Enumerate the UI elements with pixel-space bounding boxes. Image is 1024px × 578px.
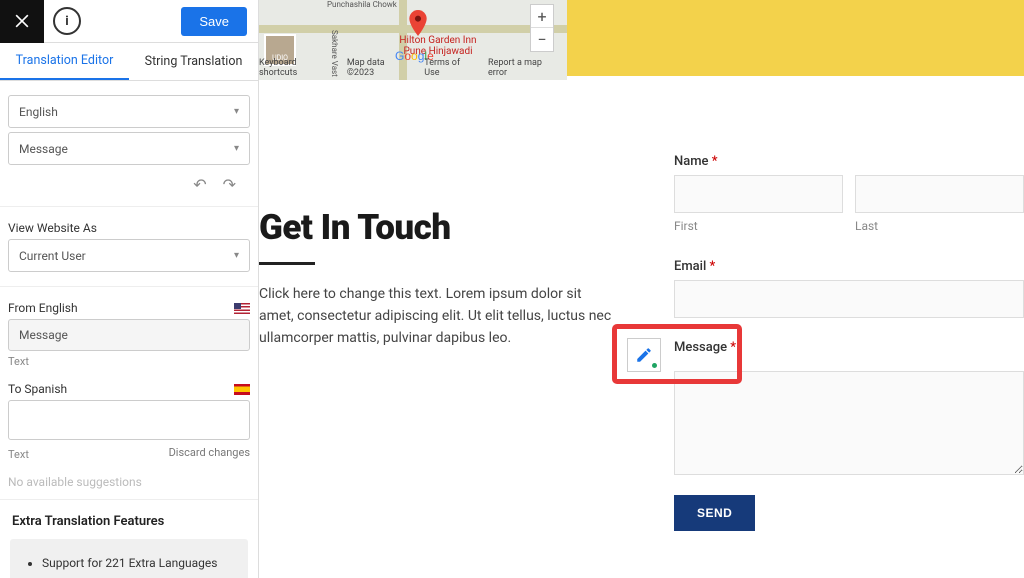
map-report-link[interactable]: Report a map error bbox=[488, 58, 561, 78]
name-row: First Last bbox=[674, 175, 1024, 233]
status-dot-icon bbox=[652, 363, 657, 368]
to-hint: Text bbox=[8, 448, 29, 461]
zoom-out-button[interactable]: − bbox=[531, 28, 553, 51]
zoom-in-button[interactable]: + bbox=[531, 5, 553, 28]
sidebar-top-bar: i Save bbox=[0, 0, 258, 43]
map-footer: Keyboard shortcuts Map data ©2023 Terms … bbox=[259, 58, 567, 78]
map-embed[interactable]: Punchashila Chowk Sakhare Vast Hilton Ga… bbox=[259, 0, 567, 80]
undo-button[interactable]: ↶ bbox=[193, 175, 206, 194]
flag-es-icon bbox=[234, 384, 250, 395]
from-label-row: From English bbox=[8, 301, 250, 315]
translation-section: From English Message Text To Spanish Tex… bbox=[0, 287, 258, 500]
flag-us-icon bbox=[234, 303, 250, 314]
undo-redo-bar: ↶ ↷ bbox=[8, 169, 250, 196]
message-field-wrapper: Message * bbox=[674, 340, 1024, 479]
last-name-input[interactable] bbox=[855, 175, 1024, 213]
language-section: English ▾ Message ▾ ↶ ↷ bbox=[0, 81, 258, 207]
save-button[interactable]: Save bbox=[181, 7, 247, 36]
content-select-value: Message bbox=[19, 142, 68, 156]
view-as-section: View Website As Current User ▾ bbox=[0, 207, 258, 287]
to-spanish-input[interactable] bbox=[8, 400, 250, 440]
map-shortcuts-link[interactable]: Keyboard shortcuts bbox=[259, 58, 335, 78]
message-textarea[interactable] bbox=[674, 371, 1024, 475]
page-description[interactable]: Click here to change this text. Lorem ip… bbox=[259, 283, 619, 349]
contact-form: Name * First Last Email * Message * bbox=[674, 154, 1024, 531]
close-icon bbox=[12, 11, 32, 31]
heading-divider bbox=[259, 262, 315, 265]
map-label-chowk: Punchashila Chowk bbox=[327, 0, 397, 9]
sidebar-tabs: Translation Editor String Translation bbox=[0, 43, 258, 81]
translate-field-button[interactable] bbox=[627, 338, 661, 372]
feature-item: Support for 221 Extra Languages bbox=[42, 553, 238, 573]
header-band bbox=[567, 0, 1024, 76]
language-select-value: English bbox=[19, 105, 58, 119]
email-label: Email * bbox=[674, 259, 1024, 274]
map-zoom: + − bbox=[530, 4, 554, 52]
discard-changes-link[interactable]: Discard changes bbox=[169, 446, 250, 459]
tab-translation-editor[interactable]: Translation Editor bbox=[0, 43, 129, 80]
pencil-icon bbox=[635, 346, 653, 364]
first-sublabel: First bbox=[674, 219, 843, 233]
from-label: From English bbox=[8, 301, 78, 315]
redo-button[interactable]: ↷ bbox=[223, 175, 236, 194]
to-footer-row: Text Discard changes bbox=[8, 444, 250, 461]
last-sublabel: Last bbox=[855, 219, 1024, 233]
email-input[interactable] bbox=[674, 280, 1024, 318]
first-name-input[interactable] bbox=[674, 175, 843, 213]
to-label: To Spanish bbox=[8, 382, 67, 396]
send-button[interactable]: SEND bbox=[674, 495, 755, 531]
content-select[interactable]: Message ▾ bbox=[8, 132, 250, 165]
features-title: Extra Translation Features bbox=[12, 514, 246, 529]
to-label-row: To Spanish bbox=[8, 382, 250, 396]
close-button[interactable] bbox=[0, 0, 44, 43]
required-asterisk: * bbox=[710, 259, 716, 274]
map-terms-link[interactable]: Terms of Use bbox=[424, 58, 476, 78]
language-select[interactable]: English ▾ bbox=[8, 95, 250, 128]
no-suggestions: No available suggestions bbox=[8, 475, 250, 489]
tab-string-translation[interactable]: String Translation bbox=[129, 43, 258, 80]
map-data-text: Map data ©2023 bbox=[347, 58, 412, 78]
from-english-input[interactable]: Message bbox=[8, 319, 250, 351]
view-as-select[interactable]: Current User ▾ bbox=[8, 239, 250, 272]
from-hint: Text bbox=[8, 355, 250, 368]
required-asterisk: * bbox=[712, 154, 718, 169]
map-pin-icon[interactable] bbox=[407, 10, 429, 36]
website-preview: Punchashila Chowk Sakhare Vast Hilton Ga… bbox=[259, 0, 1024, 578]
feature-item: Yoast SEO support bbox=[42, 573, 238, 578]
features-section: Extra Translation Features Support for 2… bbox=[0, 514, 258, 578]
chevron-down-icon: ▾ bbox=[234, 143, 239, 154]
view-as-value: Current User bbox=[19, 249, 86, 263]
translation-sidebar: i Save Translation Editor String Transla… bbox=[0, 0, 259, 578]
features-box: Support for 221 Extra Languages Yoast SE… bbox=[10, 539, 248, 578]
view-as-label: View Website As bbox=[8, 221, 250, 235]
chevron-down-icon: ▾ bbox=[234, 106, 239, 117]
info-button[interactable]: i bbox=[53, 7, 81, 35]
chevron-down-icon: ▾ bbox=[234, 250, 239, 261]
name-label: Name * bbox=[674, 154, 1024, 169]
info-icon: i bbox=[65, 14, 68, 29]
